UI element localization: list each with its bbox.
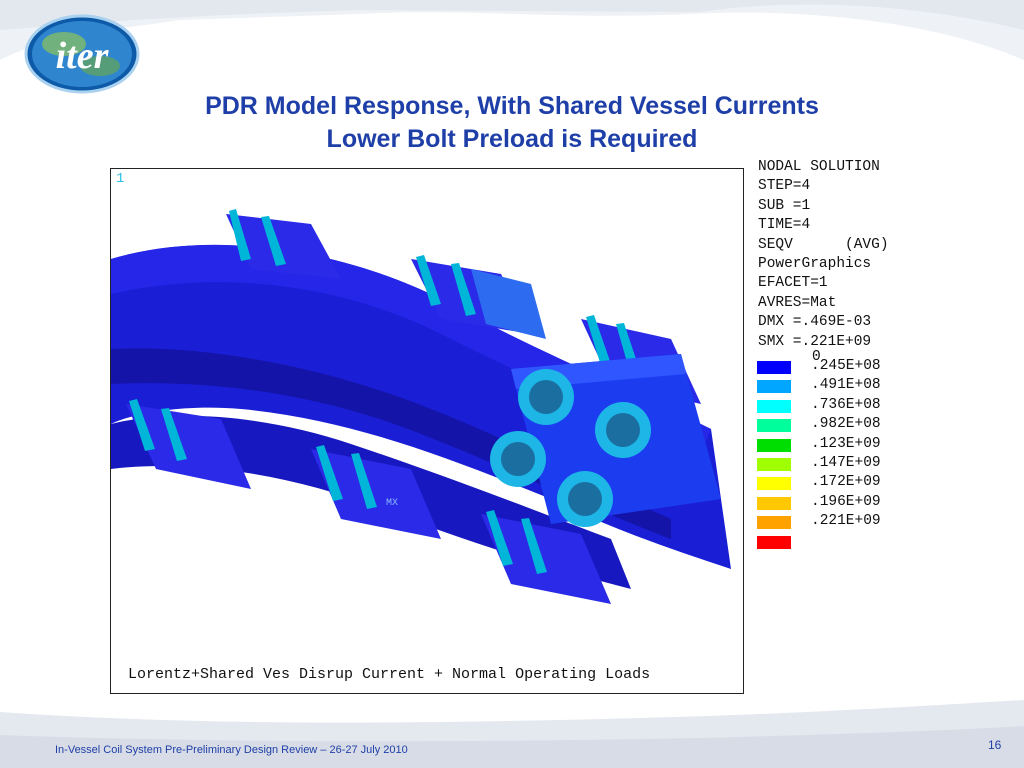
legend-swatch [757, 361, 791, 374]
slide-footer: In-Vessel Coil System Pre-Preliminary De… [55, 744, 408, 756]
info-line: PowerGraphics [758, 256, 872, 273]
legend-swatch [757, 535, 791, 549]
info-line: NODAL SOLUTION [758, 159, 880, 175]
info-line: AVRES=Mat [758, 294, 837, 311]
legend-swatch [757, 419, 791, 433]
legend-label: .147E+09 [811, 454, 881, 471]
iter-logo: iter [24, 14, 140, 94]
legend-label: .221E+09 [811, 513, 881, 530]
info-line: SUB =1 [758, 197, 811, 214]
info-line: SEQV (AVG) [758, 236, 889, 253]
fe-model-render: MX [111, 209, 731, 604]
legend-label: .245E+08 [811, 358, 881, 374]
solution-info: NODAL SOLUTION STEP=4 SUB =1 TIME=4 SEQV… [758, 158, 889, 352]
legend-swatch [757, 496, 791, 510]
legend-label: .491E+08 [811, 377, 881, 394]
info-line: EFACET=1 [758, 275, 828, 292]
title-line-2: Lower Bolt Preload is Required [326, 125, 698, 153]
title-line-1: PDR Model Response, With Shared Vessel C… [205, 92, 819, 120]
info-line: TIME=4 [758, 217, 811, 234]
legend-swatch [757, 477, 791, 491]
legend-label: .982E+08 [811, 416, 881, 433]
legend-swatch [757, 457, 791, 471]
legend-swatch [757, 399, 791, 413]
legend-swatch [757, 380, 791, 394]
legend-label: .123E+09 [811, 435, 881, 452]
legend-label: .736E+08 [811, 396, 881, 413]
slide-title: PDR Model Response, With Shared Vessel C… [140, 90, 884, 156]
stress-contour-plot: MX [110, 168, 744, 694]
logo-text: iter [56, 35, 110, 77]
plot-caption: Lorentz+Shared Ves Disrup Current + Norm… [128, 666, 651, 683]
legend-swatch [757, 438, 791, 452]
legend-label: .196E+09 [811, 493, 881, 510]
legend-label: .172E+09 [811, 474, 881, 491]
window-number: 1 [116, 171, 125, 187]
page-number: 16 [988, 738, 1002, 752]
legend-swatch [757, 516, 791, 530]
mx-marker: MX [386, 498, 398, 509]
info-line: SMX =.221E+09 [758, 333, 872, 350]
info-line: STEP=4 [758, 178, 811, 195]
info-line: DMX =.469E-03 [758, 314, 872, 331]
